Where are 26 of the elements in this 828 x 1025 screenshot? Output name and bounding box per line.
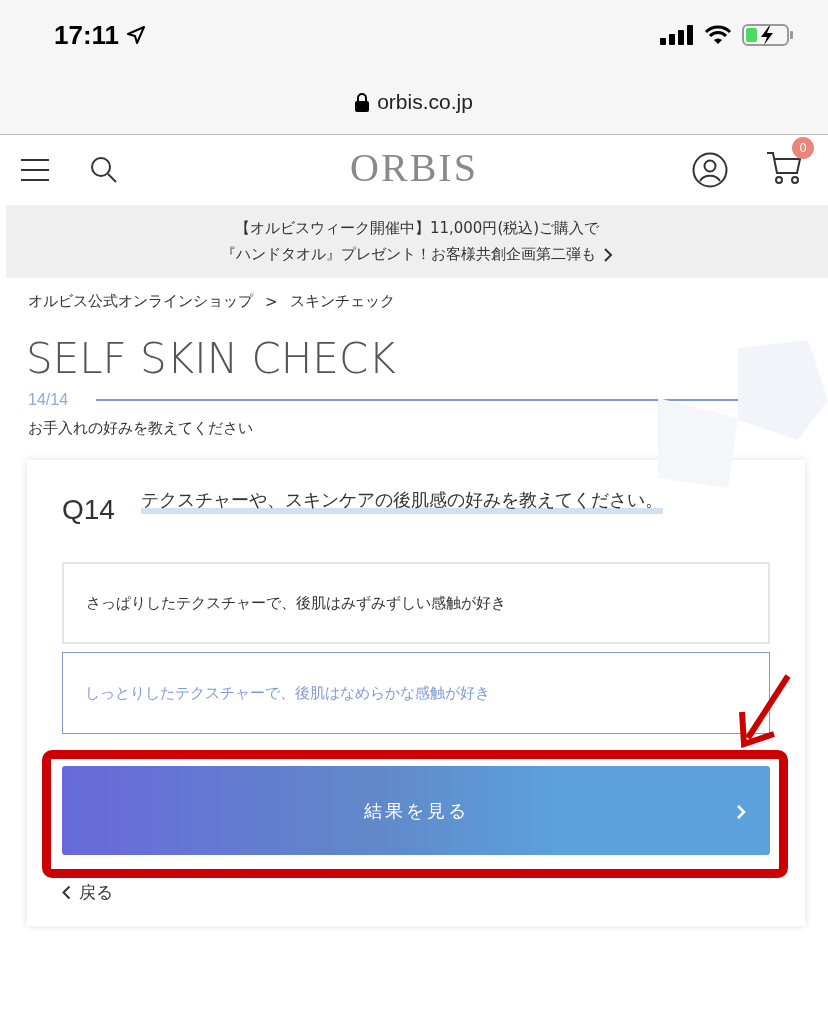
status-time: 17:11 [54, 19, 120, 51]
progress-label: 14/14 [28, 391, 69, 409]
banner-text: 『ハンドタオル』プレゼント！お客様共創企画第二弾も [221, 245, 596, 264]
answer-option[interactable]: さっぱりしたテクスチャーで、後肌はみずみずしい感触が好き [62, 562, 770, 644]
menu-icon[interactable] [20, 158, 50, 182]
battery-charging-icon [742, 23, 794, 47]
breadcrumb-link[interactable]: オルビス公式オンラインショップ [28, 292, 253, 311]
breadcrumb-link[interactable]: スキンチェック [289, 292, 395, 311]
wifi-icon [704, 25, 732, 45]
chevron-left-icon [62, 885, 71, 900]
back-link[interactable]: 戻る [62, 881, 113, 904]
section-label: お手入れの好みを教えてください [28, 419, 254, 438]
banner-text: 【オルビスウィーク開催中】11,000円(税込)ご購入で [234, 219, 600, 238]
cart-count-badge: 0 [792, 137, 814, 159]
chevron-right-icon [736, 804, 746, 820]
location-arrow-icon [127, 26, 146, 44]
account-icon[interactable] [692, 152, 728, 188]
signal-icon [660, 25, 694, 45]
search-icon[interactable] [90, 156, 118, 184]
cart-icon[interactable] [766, 151, 802, 185]
chevron-right-icon [604, 247, 613, 262]
url-text[interactable]: orbis.co.jp [377, 90, 473, 114]
page-title: SELF SKIN CHECK [26, 335, 396, 383]
lock-icon [355, 92, 370, 112]
breadcrumb-separator: > [265, 292, 278, 311]
question-number: Q14 [62, 494, 115, 526]
